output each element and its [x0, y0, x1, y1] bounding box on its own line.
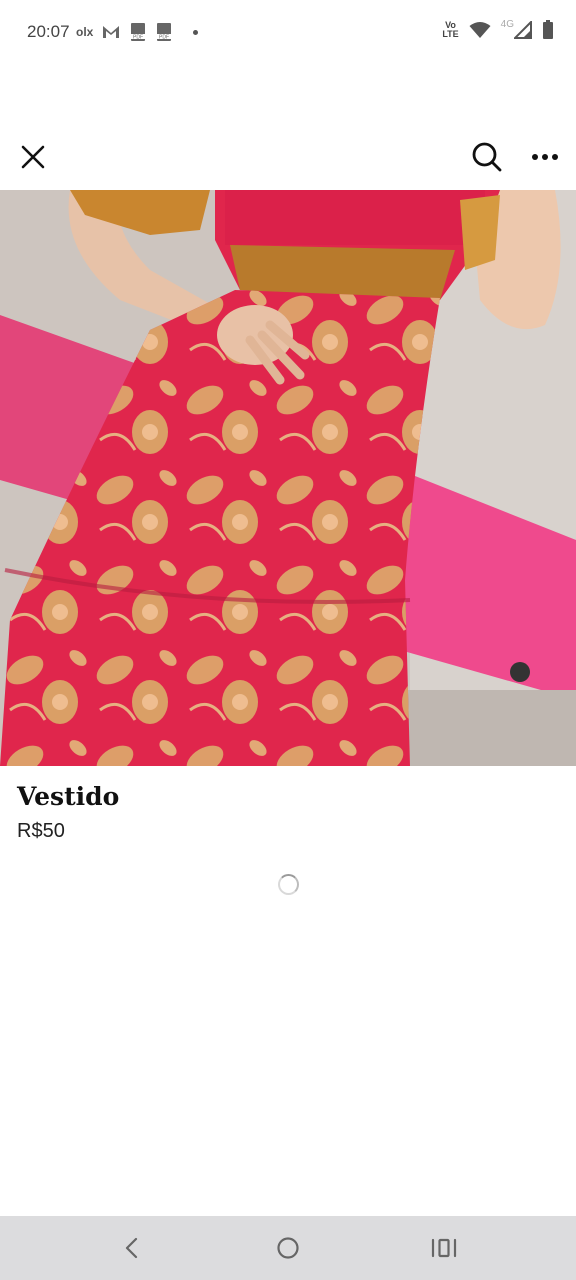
nav-recents-button[interactable] — [424, 1232, 464, 1264]
network-type-label: 4G — [500, 18, 514, 30]
status-bar: 20:07 olx PDF PDF Vo LTE 4G — [0, 0, 576, 64]
close-button[interactable] — [16, 140, 50, 174]
close-icon — [21, 145, 45, 169]
listing-title: Vestido — [17, 782, 120, 811]
app-header — [0, 126, 576, 190]
back-icon — [125, 1237, 138, 1259]
svg-text:PDF: PDF — [133, 35, 143, 41]
system-icons: Vo LTE 4G — [442, 18, 554, 40]
dot-icon — [193, 29, 199, 35]
pdf-icon: PDF — [131, 23, 146, 41]
signal-icon — [514, 21, 532, 39]
nav-back-button[interactable] — [111, 1232, 151, 1264]
battery-icon — [543, 20, 553, 39]
dress-image — [0, 190, 576, 766]
recents-icon — [431, 1238, 457, 1258]
more-horizontal-icon — [532, 154, 558, 160]
notification-icons: olx PDF PDF — [76, 22, 199, 42]
home-icon — [277, 1237, 299, 1259]
listing-price: R$50 — [17, 820, 65, 842]
nav-home-button[interactable] — [268, 1232, 308, 1264]
more-options-button[interactable] — [526, 140, 564, 174]
olx-icon: olx — [76, 25, 94, 39]
search-button[interactable] — [468, 138, 506, 176]
status-time: 20:07 — [27, 22, 70, 41]
svg-text:PDF: PDF — [159, 35, 169, 41]
loading-spinner-icon — [278, 874, 299, 895]
gmail-icon — [103, 26, 120, 38]
navigation-bar — [0, 1216, 576, 1280]
search-icon — [472, 142, 502, 172]
wifi-icon — [469, 22, 491, 38]
volte-icon: Vo LTE — [442, 20, 459, 39]
pdf-icon: PDF — [157, 23, 172, 41]
listing-photo[interactable] — [0, 190, 576, 766]
